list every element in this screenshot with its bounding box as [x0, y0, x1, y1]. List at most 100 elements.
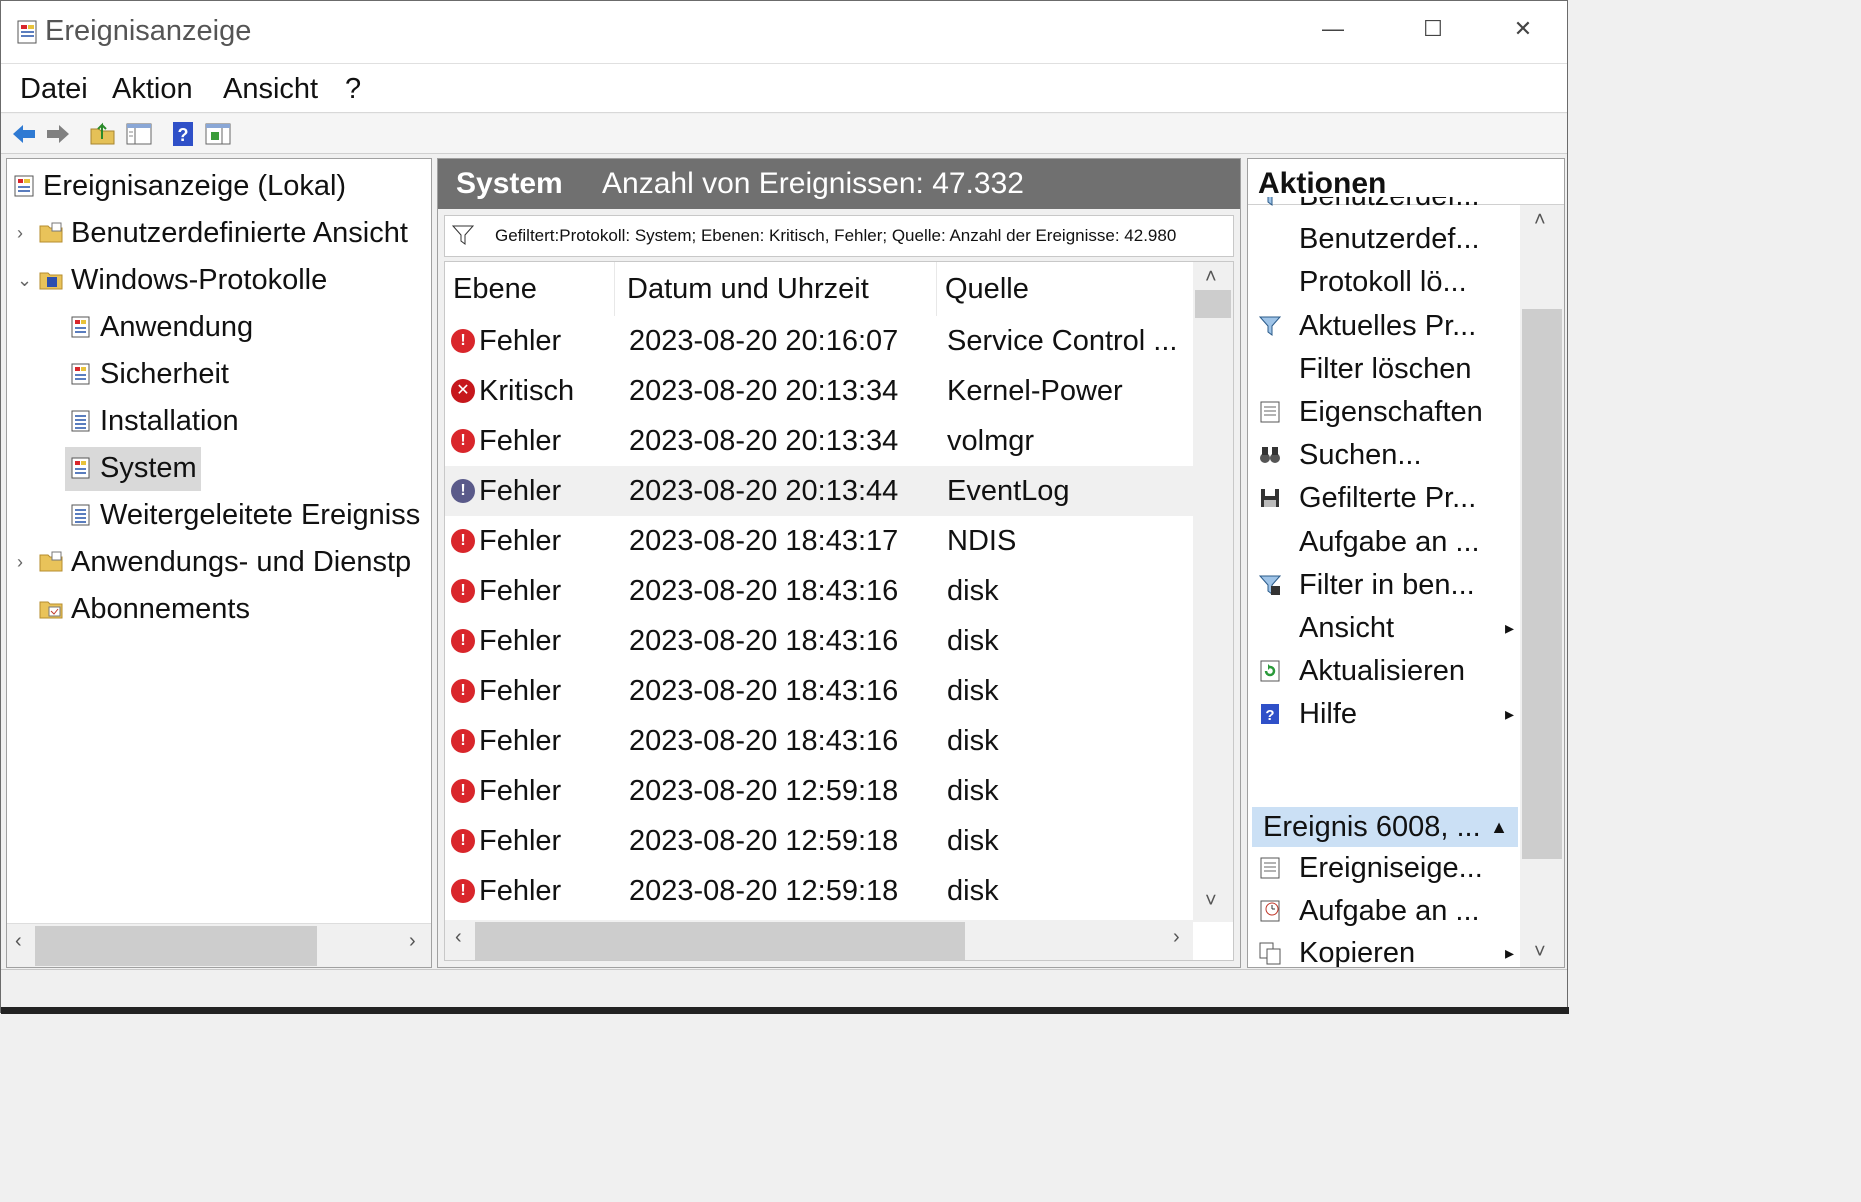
scroll-down-icon[interactable]: ˅ — [1205, 890, 1217, 913]
table-row[interactable]: ! Fehler 2023-08-20 20:13:34 volmgr — [445, 416, 1193, 466]
scroll-left-icon[interactable]: ‹ — [15, 930, 22, 953]
table-row[interactable]: ! Fehler 2023-08-20 20:13:44 EventLog — [445, 466, 1193, 516]
cell-date: 2023-08-20 18:43:16 — [629, 725, 899, 757]
scroll-up-icon[interactable]: ˄ — [1534, 209, 1546, 232]
maximize-button[interactable]: ☐ — [1413, 13, 1453, 45]
scroll-right-icon[interactable]: › — [1173, 926, 1180, 949]
show-hide-action-pane-icon[interactable] — [203, 119, 233, 149]
show-hide-tree-icon[interactable] — [124, 119, 154, 149]
table-vertical-scrollbar[interactable]: ˄ ˅ — [1193, 262, 1233, 922]
cell-source: NDIS — [947, 525, 1017, 557]
event-viewer-icon — [17, 20, 37, 44]
expand-chevron-icon[interactable]: › — [17, 541, 33, 583]
scrollbar-thumb[interactable] — [1195, 290, 1231, 318]
action-item[interactable]: Benutzerdef... — [1256, 218, 1518, 260]
event-section-header[interactable]: Ereignis 6008, ... ▲ — [1252, 807, 1518, 847]
event-action-item[interactable]: Ereigniseige... — [1256, 847, 1518, 889]
save-icon — [1261, 489, 1279, 507]
scroll-up-icon[interactable]: ˄ — [1205, 266, 1217, 289]
error-icon: ! — [451, 829, 475, 853]
tree-horizontal-scrollbar[interactable]: ‹ › — [7, 923, 431, 967]
task-icon — [1260, 900, 1280, 922]
action-item[interactable]: Ansicht ▸ — [1256, 607, 1518, 649]
cell-date: 2023-08-20 12:59:18 — [629, 875, 899, 907]
table-horizontal-scrollbar[interactable]: ‹ › — [445, 920, 1193, 960]
menu-datei[interactable]: Datei — [20, 73, 88, 106]
event-viewer-icon — [14, 175, 34, 197]
column-header-datum[interactable]: Datum und Uhrzeit — [619, 262, 937, 316]
action-label: Ansicht — [1299, 612, 1395, 644]
filter-icon — [451, 225, 475, 245]
action-item[interactable]: Benutzerdef... — [1256, 197, 1518, 217]
table-row[interactable]: ! Fehler 2023-08-20 12:59:18 disk — [445, 866, 1193, 916]
action-item[interactable]: Eigenschaften — [1256, 391, 1518, 433]
tree-label: System — [100, 452, 197, 484]
scroll-left-icon[interactable]: ‹ — [455, 926, 462, 949]
action-label: Benutzerdef... — [1299, 197, 1480, 217]
tree-label: Ereignisanzeige (Lokal) — [43, 170, 347, 202]
action-item[interactable]: Filter in ben... — [1256, 564, 1518, 606]
scrollbar-thumb[interactable] — [35, 926, 317, 966]
refresh-icon — [1260, 660, 1280, 682]
action-item[interactable]: ? Hilfe ▸ — [1256, 693, 1518, 735]
forward-icon[interactable] — [43, 119, 73, 149]
minimize-button[interactable]: — — [1313, 13, 1353, 45]
action-item[interactable]: Aktuelles Pr... — [1256, 305, 1518, 347]
cell-level: Fehler — [479, 875, 562, 907]
scroll-down-icon[interactable]: ˅ — [1534, 941, 1546, 964]
expand-chevron-icon[interactable]: › — [17, 212, 33, 254]
log-icon — [71, 457, 90, 479]
log-icon — [71, 316, 90, 338]
action-item[interactable]: Aktualisieren — [1256, 650, 1518, 692]
filter-icon — [1267, 197, 1273, 206]
up-folder-icon[interactable] — [88, 119, 118, 149]
cell-source: EventLog — [947, 475, 1070, 507]
back-icon[interactable] — [9, 119, 39, 149]
cell-date: 2023-08-20 18:43:16 — [629, 625, 899, 657]
scroll-right-icon[interactable]: › — [409, 930, 416, 953]
menu-help[interactable]: ? — [345, 73, 361, 106]
table-row[interactable]: ! Fehler 2023-08-20 12:59:18 disk — [445, 816, 1193, 866]
close-button[interactable]: ✕ — [1503, 13, 1543, 45]
title-bar[interactable]: Ereignisanzeige — ☐ ✕ — [1, 1, 1567, 63]
action-label: Filter in ben... — [1299, 569, 1475, 601]
action-item[interactable]: Aufgabe an ... — [1256, 521, 1518, 563]
collapse-triangle-icon[interactable]: ▲ — [1490, 807, 1508, 847]
action-label: Protokoll lö... — [1299, 266, 1467, 298]
table-row[interactable]: ! Fehler 2023-08-20 20:16:07 Service Contro… — [445, 316, 1193, 366]
column-header-ebene[interactable]: Ebene — [445, 262, 615, 316]
column-header-quelle[interactable]: Quelle — [937, 262, 1193, 316]
event-action-item[interactable]: Kopieren ▸ — [1256, 932, 1518, 967]
scrollbar-thumb[interactable] — [1522, 309, 1562, 859]
action-item[interactable]: Filter löschen — [1256, 348, 1518, 390]
table-row[interactable]: ! Fehler 2023-08-20 18:43:17 NDIS — [445, 516, 1193, 566]
menu-bar: Datei Aktion Ansicht ? — [1, 63, 1567, 113]
scrollbar-thumb[interactable] — [475, 922, 965, 960]
table-row[interactable]: ✕ Kritisch 2023-08-20 20:13:34 Kernel-Power — [445, 366, 1193, 416]
action-item[interactable]: Protokoll lö... — [1256, 261, 1518, 303]
help-icon[interactable]: ? — [168, 119, 198, 149]
action-item[interactable]: Suchen... — [1256, 434, 1518, 476]
submenu-arrow-icon: ▸ — [1504, 704, 1514, 724]
table-row[interactable]: ! Fehler 2023-08-20 18:43:16 disk — [445, 666, 1193, 716]
error-icon: ! — [451, 579, 475, 603]
log-header: System Anzahl von Ereignissen: 47.332 — [438, 159, 1240, 209]
table-row[interactable]: ! Fehler 2023-08-20 12:59:18 disk — [445, 766, 1193, 816]
action-item[interactable]: Gefilterte Pr... — [1256, 477, 1518, 519]
actions-vertical-scrollbar[interactable]: ˄ ˅ — [1520, 205, 1564, 967]
event-table: Ebene Datum und Uhrzeit Quelle ! Fehler 20… — [444, 261, 1234, 961]
error-icon: ! — [451, 479, 475, 503]
error-icon: ! — [451, 429, 475, 453]
table-row[interactable]: ! Fehler 2023-08-20 18:43:16 disk — [445, 716, 1193, 766]
cell-level: Fehler — [479, 625, 562, 657]
table-row[interactable]: ! Fehler 2023-08-20 18:43:16 disk — [445, 566, 1193, 616]
menu-aktion[interactable]: Aktion — [112, 73, 193, 106]
menu-ansicht[interactable]: Ansicht — [223, 73, 318, 106]
collapse-chevron-icon[interactable]: ⌄ — [17, 259, 33, 301]
table-row[interactable]: ! Fehler 2023-08-20 18:43:16 disk — [445, 616, 1193, 666]
svg-text:?: ? — [178, 125, 189, 145]
action-label: Aufgabe an ... — [1299, 526, 1480, 558]
cell-level: Kritisch — [479, 375, 575, 407]
cell-level: Fehler — [479, 575, 562, 607]
event-action-item[interactable]: Aufgabe an ... — [1256, 890, 1518, 932]
